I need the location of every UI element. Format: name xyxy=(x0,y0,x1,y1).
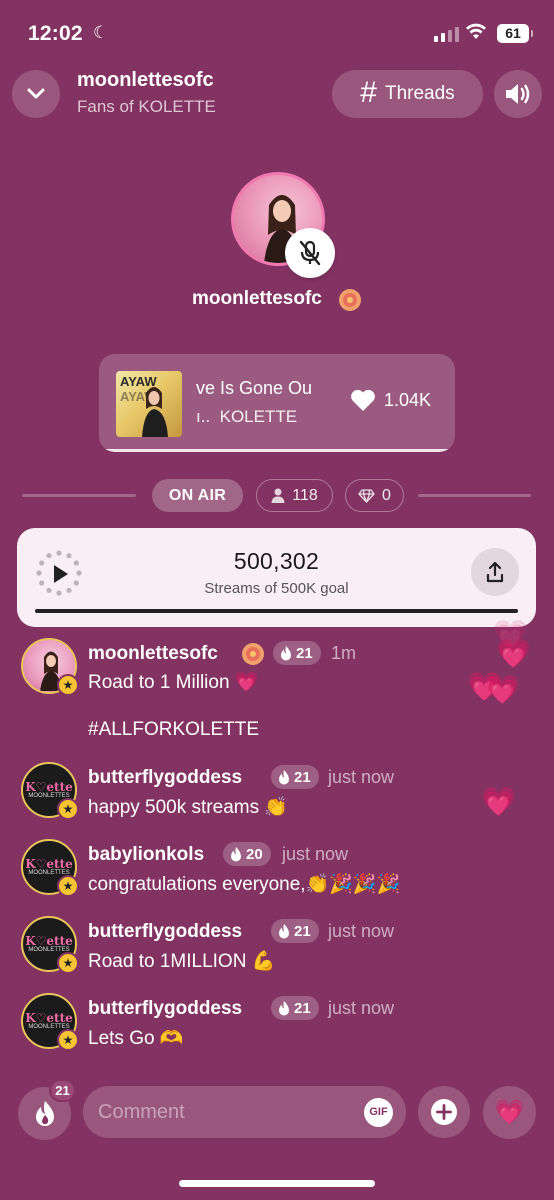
sound-button[interactable] xyxy=(494,70,542,118)
flame-icon xyxy=(231,846,241,861)
chat-timestamp: just now xyxy=(328,998,395,1018)
room-subtitle: Fans of KOLETTE xyxy=(77,97,216,116)
chat-message-hashtag: #ALLFORKOLETTE xyxy=(88,719,260,740)
chat-avatar[interactable]: K♡ette MOONLETTES ★ xyxy=(21,762,79,820)
stream-goal-card: 500,302 Streams of 500K goal xyxy=(17,528,536,627)
host-muted-indicator xyxy=(285,228,335,278)
goal-stream-count: 500,302 xyxy=(233,548,320,574)
status-bar: 12:02 ☾ 61 xyxy=(0,0,554,62)
room-title[interactable]: moonlettesofc xyxy=(77,69,214,92)
chevron-down-icon xyxy=(27,88,45,99)
heart-icon xyxy=(351,389,375,411)
chat-username[interactable]: babylionkols xyxy=(88,844,204,866)
chat-timestamp: just now xyxy=(328,767,395,787)
chat-avatar[interactable]: K♡ette MOONLETTES ★ xyxy=(21,839,79,897)
divider-left xyxy=(22,494,136,497)
star-badge-icon: ★ xyxy=(57,798,79,820)
flame-icon xyxy=(35,1100,54,1126)
flame-icon xyxy=(281,645,291,660)
speaker-icon xyxy=(506,84,530,104)
divider-right xyxy=(418,494,531,497)
song-artist: ı.. KOLETTE xyxy=(196,407,297,427)
gems-value: 0 xyxy=(382,486,391,504)
cellular-signal-icon xyxy=(434,27,459,42)
user-level-badge: 21 xyxy=(271,996,319,1020)
gems-count[interactable]: 0 xyxy=(345,479,404,512)
star-badge-icon: ★ xyxy=(57,674,79,696)
chat-message: Road to 1MILLION 💪 xyxy=(88,951,276,972)
person-icon xyxy=(271,488,285,503)
song-like-button[interactable]: 1.04K xyxy=(350,389,431,412)
star-badge-icon: ★ xyxy=(57,1029,79,1051)
flame-icon xyxy=(279,1000,289,1015)
svg-text:AYAW: AYAW xyxy=(120,374,157,389)
goal-caption: Streams of 500K goal xyxy=(204,580,349,597)
user-level-badge: 21 xyxy=(271,919,319,943)
gif-button[interactable]: GIF xyxy=(364,1098,393,1127)
chat-avatar[interactable]: ★ xyxy=(21,638,79,696)
equalizer-icon: ı.. xyxy=(196,407,211,426)
chat-message: Road to 1 Million 💗 xyxy=(88,672,259,693)
floating-heart-icon: 💗 xyxy=(485,674,520,705)
battery-indicator: 61 xyxy=(497,24,533,43)
listeners-value: 118 xyxy=(292,486,318,504)
mic-off-icon xyxy=(299,240,321,266)
floating-heart-icon: 💗 xyxy=(496,638,531,669)
chat-avatar[interactable]: K♡ette MOONLETTES ★ xyxy=(21,993,79,1051)
heart-icon: 💗 xyxy=(494,1099,525,1126)
chat-username[interactable]: moonlettesofc xyxy=(88,643,218,665)
song-like-count: 1.04K xyxy=(384,390,432,410)
share-button[interactable] xyxy=(471,548,519,596)
threads-label: Threads xyxy=(384,83,455,104)
on-air-badge: ON AIR xyxy=(152,479,243,512)
user-level-badge: 21 xyxy=(271,765,319,789)
album-art: AYAW AYAW xyxy=(116,371,182,437)
sun-badge-icon xyxy=(339,289,361,311)
star-badge-icon: ★ xyxy=(57,952,79,974)
wifi-icon xyxy=(466,23,486,39)
hash-icon: # xyxy=(360,76,377,109)
comment-box[interactable]: GIF xyxy=(83,1086,406,1138)
chat-message: Lets Go 🫶 xyxy=(88,1028,184,1049)
add-button[interactable] xyxy=(418,1086,470,1138)
chat-timestamp: just now xyxy=(282,844,349,864)
goal-progress-fill xyxy=(35,609,518,613)
fire-count-badge: 21 xyxy=(49,1079,76,1102)
share-icon xyxy=(486,561,504,583)
chat-username[interactable]: butterflygoddess xyxy=(88,921,242,943)
chat-username[interactable]: butterflygoddess xyxy=(88,998,242,1020)
moon-icon: ☾ xyxy=(93,23,109,42)
chat-message: happy 500k streams 👏 xyxy=(88,797,289,818)
send-heart-button[interactable]: 💗 xyxy=(483,1086,536,1139)
star-badge-icon: ★ xyxy=(57,875,79,897)
collapse-button[interactable] xyxy=(12,70,60,118)
threads-button[interactable]: # Threads xyxy=(332,70,483,118)
user-level-badge: 20 xyxy=(223,842,271,866)
status-time: 12:02 xyxy=(28,22,83,45)
comment-input[interactable] xyxy=(98,1086,348,1138)
goal-progress-bar xyxy=(35,609,518,613)
chat-avatar[interactable]: K♡ette MOONLETTES ★ xyxy=(21,916,79,974)
song-artist-name: KOLETTE xyxy=(219,407,298,426)
home-indicator xyxy=(179,1180,375,1187)
sun-badge-icon xyxy=(242,643,264,665)
listeners-count[interactable]: 118 xyxy=(256,479,333,512)
plus-circle-icon xyxy=(431,1099,457,1125)
host-name: moonlettesofc xyxy=(192,288,322,309)
flame-icon xyxy=(279,923,289,938)
flame-icon xyxy=(279,769,289,784)
chat-timestamp: just now xyxy=(328,921,395,941)
diamond-icon xyxy=(358,488,375,503)
chat-message: congratulations everyone,👏🎉🎉🎉 xyxy=(88,874,401,895)
user-level-badge: 21 xyxy=(273,641,321,665)
chat-username[interactable]: butterflygoddess xyxy=(88,767,242,789)
floating-heart-icon: 💗 xyxy=(481,786,516,817)
song-title: ve Is Gone Ou xyxy=(196,378,313,398)
chat-timestamp: 1m xyxy=(331,643,357,663)
